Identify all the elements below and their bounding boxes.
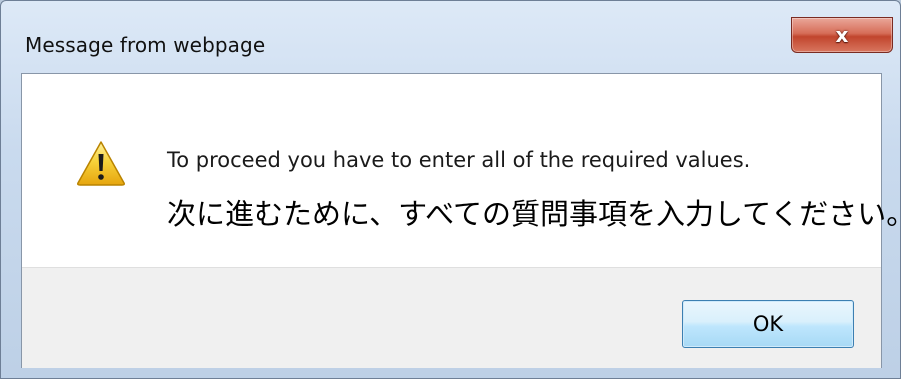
message-english: To proceed you have to enter all of the … xyxy=(167,148,751,172)
dialog-window: Message from webpage x To proceed you ha… xyxy=(0,0,901,379)
button-bar: OK xyxy=(22,267,881,368)
warning-icon xyxy=(77,141,125,186)
ok-button[interactable]: OK xyxy=(682,300,854,348)
close-button[interactable]: x xyxy=(791,17,893,53)
message-japanese: 次に進むために、すべての質問事項を入力してください。 xyxy=(167,197,901,231)
title-bar[interactable]: Message from webpage x xyxy=(1,1,900,67)
dialog-title: Message from webpage xyxy=(25,33,266,57)
message-area: To proceed you have to enter all of the … xyxy=(22,74,901,267)
close-icon: x xyxy=(835,23,849,47)
dialog-content: To proceed you have to enter all of the … xyxy=(21,73,901,368)
